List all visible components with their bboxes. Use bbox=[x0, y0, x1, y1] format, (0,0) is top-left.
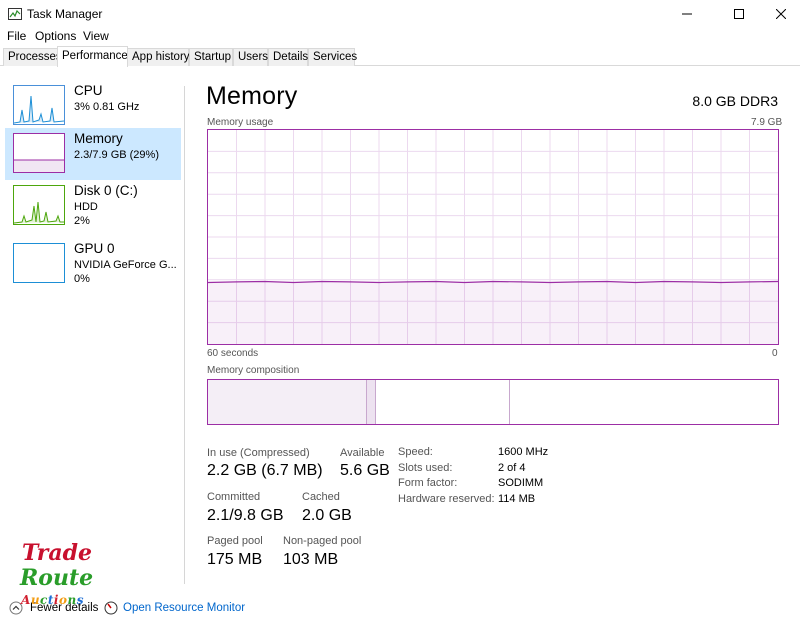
memory-usage-label: Memory usage bbox=[207, 117, 274, 128]
sidebar-item-disk[interactable]: Disk 0 (C:) HDD 2% bbox=[5, 180, 181, 232]
tab-services[interactable]: Services bbox=[308, 48, 357, 66]
maximize-icon bbox=[733, 8, 744, 19]
sidebar-item-label: Disk 0 (C:) bbox=[74, 183, 138, 198]
form-factor-value: SODIMM bbox=[498, 477, 544, 489]
non-paged-pool-value: 103 MB bbox=[283, 551, 339, 568]
trade-route-logo: Trade Route Auctions bbox=[16, 540, 96, 615]
sidebar-item-memory[interactable]: Memory 2.3/7.9 GB (29%) bbox=[5, 128, 181, 180]
gpu-thumbnail-graph bbox=[13, 243, 65, 283]
memory-usage-max: 7.9 GB bbox=[751, 117, 783, 128]
close-button[interactable] bbox=[758, 0, 800, 27]
non-paged-pool-label: Non-paged pool bbox=[283, 535, 362, 547]
time-axis-start: 60 seconds bbox=[207, 348, 259, 359]
speed-label: Speed: bbox=[398, 446, 433, 458]
minimize-icon bbox=[681, 13, 692, 14]
cpu-thumbnail-graph bbox=[13, 85, 65, 125]
committed-value: 2.1/9.8 GB bbox=[207, 507, 284, 524]
sidebar-item-detail: 2.3/7.9 GB (29%) bbox=[74, 149, 159, 161]
composition-modified[interactable] bbox=[367, 380, 376, 424]
open-resource-monitor-link[interactable]: Open Resource Monitor bbox=[123, 602, 245, 614]
hardware-reserved-label: Hardware reserved: bbox=[398, 493, 495, 505]
menu-view[interactable]: View bbox=[83, 29, 109, 43]
memory-composition-bar bbox=[207, 379, 779, 425]
close-icon bbox=[775, 8, 786, 19]
sidebar-item-label: Memory bbox=[74, 131, 123, 146]
committed-label: Committed bbox=[207, 491, 261, 503]
paged-pool-value: 175 MB bbox=[207, 551, 263, 568]
sidebar-item-gpu[interactable]: GPU 0 NVIDIA GeForce G... 0% bbox=[5, 238, 181, 290]
footer: Fewer details Open Resource Monitor bbox=[0, 596, 800, 626]
sidebar-item-label: CPU bbox=[74, 83, 103, 98]
tab-details[interactable]: Details bbox=[268, 48, 308, 66]
sidebar-item-detail: NVIDIA GeForce G... bbox=[74, 259, 177, 271]
tab-startup[interactable]: Startup bbox=[189, 48, 233, 66]
available-value: 5.6 GB bbox=[340, 462, 390, 479]
sidebar-divider bbox=[184, 86, 185, 584]
tab-app-history[interactable]: App history bbox=[127, 48, 190, 66]
maximize-button[interactable] bbox=[716, 0, 761, 27]
composition-free[interactable] bbox=[510, 380, 778, 424]
logo-word-auctions: Auctions bbox=[21, 593, 84, 607]
composition-in-use[interactable] bbox=[208, 380, 367, 424]
window-title: Task Manager bbox=[27, 7, 103, 21]
cached-label: Cached bbox=[302, 491, 340, 503]
cached-value: 2.0 GB bbox=[302, 507, 352, 524]
minimize-button[interactable] bbox=[664, 0, 709, 27]
resource-sidebar: CPU 3% 0.81 GHz Memory 2.3/7.9 GB (29%) … bbox=[0, 66, 184, 586]
in-use-label: In use (Compressed) bbox=[207, 447, 310, 459]
usage-area bbox=[208, 281, 778, 344]
sidebar-item-detail: 2% bbox=[74, 215, 90, 227]
menu-file[interactable]: File bbox=[7, 29, 26, 43]
sidebar-item-label: GPU 0 bbox=[74, 241, 115, 256]
disk-thumbnail-graph bbox=[13, 185, 65, 225]
available-label: Available bbox=[340, 447, 385, 459]
menu-options[interactable]: Options bbox=[35, 29, 76, 43]
sidebar-item-cpu[interactable]: CPU 3% 0.81 GHz bbox=[5, 80, 181, 132]
memory-thumbnail-graph bbox=[13, 133, 65, 173]
time-axis-end: 0 bbox=[772, 348, 778, 359]
title-bar: Task Manager bbox=[0, 0, 800, 27]
tab-performance[interactable]: Performance bbox=[57, 46, 128, 67]
sidebar-item-detail: HDD bbox=[74, 201, 98, 213]
in-use-value: 2.2 GB (6.7 MB) bbox=[207, 462, 323, 479]
memory-composition-label: Memory composition bbox=[207, 365, 300, 376]
logo-word-route: Route bbox=[20, 565, 94, 591]
composition-standby[interactable] bbox=[376, 380, 510, 424]
sidebar-item-detail: 3% 0.81 GHz bbox=[74, 101, 140, 113]
task-manager-icon bbox=[8, 8, 22, 20]
sidebar-item-detail: 0% bbox=[74, 273, 90, 285]
hardware-reserved-value: 114 MB bbox=[498, 493, 536, 505]
menu-bar: File Options View bbox=[0, 27, 800, 45]
form-factor-label: Form factor: bbox=[398, 477, 458, 489]
tab-bar: Processes Performance App history Startu… bbox=[0, 46, 800, 67]
resource-monitor-icon bbox=[104, 601, 118, 615]
slots-value: 2 of 4 bbox=[498, 462, 526, 474]
speed-value: 1600 MHz bbox=[498, 446, 549, 458]
tab-processes[interactable]: Processes bbox=[3, 48, 62, 66]
memory-usage-graph bbox=[207, 129, 779, 345]
tab-users[interactable]: Users bbox=[233, 48, 268, 66]
page-title: Memory bbox=[206, 82, 298, 110]
slots-label: Slots used: bbox=[398, 462, 453, 474]
logo-word-trade: Trade bbox=[22, 540, 92, 566]
paged-pool-label: Paged pool bbox=[207, 535, 263, 547]
memory-spec: 8.0 GB DDR3 bbox=[692, 93, 778, 109]
